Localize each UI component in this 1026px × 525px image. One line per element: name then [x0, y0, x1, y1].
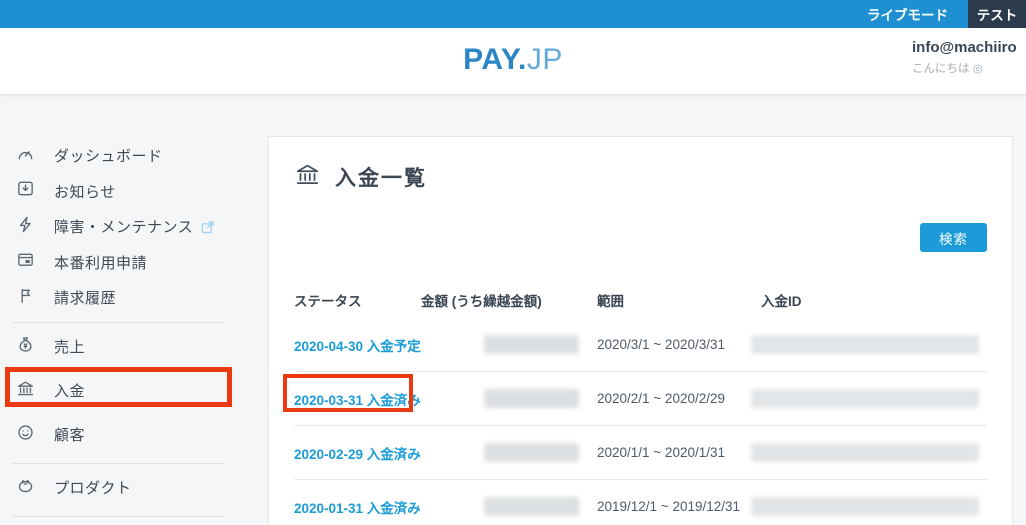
payout-id-redacted-blur	[751, 497, 979, 516]
table-row: 2020-04-30 入金予定 2020/3/1 ~ 2020/3/31	[294, 318, 987, 372]
sidebar-nav: ダッシュボード お知らせ 障害・メンテナンス 本番利用申請 請求履歴 売上 入金…	[0, 94, 268, 519]
sidebar-item-payout[interactable]: 入金	[0, 369, 268, 413]
table-row: 2020-02-29 入金済み 2020/1/1 ~ 2020/1/31	[294, 426, 987, 480]
payout-range: 2020/2/1 ~ 2020/2/29	[597, 391, 725, 406]
top-mode-bar: ライブモード テスト	[0, 0, 1026, 28]
customers-icon	[16, 423, 35, 447]
products-icon	[16, 476, 35, 500]
user-greeting: こんにちは ◎	[912, 63, 983, 75]
column-header-range: 範囲	[597, 294, 624, 309]
test-mode-tab[interactable]: テスト	[968, 0, 1026, 28]
live-mode-tab[interactable]: ライブモード	[857, 0, 968, 28]
sidebar-item-announcements[interactable]: お知らせ	[0, 174, 268, 210]
amount-redacted-blur	[484, 497, 579, 516]
table-row: 2020-01-31 入金済み 2019/12/1 ~ 2019/12/31	[294, 480, 987, 525]
payout-status-link[interactable]: 2020-02-29 入金済み	[294, 447, 421, 462]
column-header-amount: 金額 (うち繰越金額)	[421, 294, 542, 309]
sidebar-item-label: お知らせ	[54, 183, 116, 201]
user-email: info@machiiro	[912, 39, 1017, 56]
sidebar-item-label: 請求履歴	[54, 290, 117, 308]
incident-icon	[16, 215, 35, 239]
sidebar-divider	[12, 515, 224, 517]
payout-status-link[interactable]: 2020-03-31 入金済み	[294, 393, 421, 408]
payout-table-body: 2020-04-30 入金予定 2020/3/1 ~ 2020/3/31 202…	[294, 318, 987, 525]
sidebar-item-label: 本番利用申請	[54, 254, 148, 272]
page-title-row: 入金一覧	[294, 161, 987, 193]
page-title: 入金一覧	[335, 167, 427, 190]
sidebar-item-label: ダッシュボード	[54, 148, 163, 166]
sidebar-item-production-application[interactable]: 本番利用申請	[0, 245, 268, 281]
column-header-payout-id: 入金ID	[761, 294, 802, 309]
amount-redacted-blur	[484, 389, 579, 408]
search-button[interactable]: 検索	[920, 223, 987, 252]
sidebar-item-label: 売上	[54, 339, 86, 356]
sidebar-item-billing-history[interactable]: 請求履歴	[0, 280, 268, 316]
payout-list-panel: 入金一覧 検索 ステータス 金額 (うち繰越金額) 範囲 入金ID 2020-0…	[268, 136, 1013, 525]
bank-icon	[16, 379, 35, 403]
amount-redacted-blur	[484, 443, 579, 462]
payout-id-redacted-blur	[751, 335, 979, 354]
payjp-logo[interactable]: PAY.JP	[0, 43, 1026, 77]
sidebar-item-label: 顧客	[54, 427, 86, 444]
billing-history-icon	[16, 286, 35, 310]
announcements-icon	[16, 179, 35, 203]
payout-status-link[interactable]: 2020-01-31 入金済み	[294, 501, 421, 516]
payout-status-link[interactable]: 2020-04-30 入金予定	[294, 339, 421, 354]
external-link-icon	[200, 219, 216, 235]
payout-id-redacted-blur	[751, 389, 979, 408]
sidebar-item-products[interactable]: プロダクト	[0, 466, 268, 510]
sales-icon	[16, 335, 35, 359]
sidebar-item-incidents[interactable]: 障害・メンテナンス	[0, 209, 268, 245]
payout-range: 2020/3/1 ~ 2020/3/31	[597, 337, 725, 352]
sidebar-item-label: 障害・メンテナンス	[54, 219, 194, 237]
production-application-icon	[16, 250, 35, 274]
dashboard-icon	[16, 144, 35, 168]
table-row: 2020-03-31 入金済み 2020/2/1 ~ 2020/2/29	[294, 372, 987, 426]
amount-redacted-blur	[484, 335, 579, 354]
sidebar-item-label: プロダクト	[54, 480, 132, 497]
sidebar-item-sales[interactable]: 売上	[0, 325, 268, 369]
sidebar-item-customers[interactable]: 顧客	[0, 413, 268, 457]
payout-range: 2019/12/1 ~ 2019/12/31	[597, 499, 741, 514]
sidebar-item-label: 入金	[54, 383, 86, 400]
sidebar-divider	[12, 321, 224, 323]
payout-id-redacted-blur	[751, 443, 979, 462]
sidebar-item-dashboard[interactable]: ダッシュボード	[0, 138, 268, 174]
user-account-box[interactable]: info@machiiro こんにちは ◎	[912, 39, 1026, 76]
bank-icon	[294, 161, 321, 193]
logo-secondary: JP	[526, 43, 563, 76]
sidebar-divider	[12, 462, 224, 464]
column-header-status: ステータス	[294, 294, 362, 309]
payout-range: 2020/1/1 ~ 2020/1/31	[597, 445, 725, 460]
logo-primary: PAY.	[463, 43, 527, 76]
app-header: PAY.JP info@machiiro こんにちは ◎	[0, 28, 1026, 94]
table-header-row: ステータス 金額 (うち繰越金額) 範囲 入金ID	[294, 290, 987, 310]
